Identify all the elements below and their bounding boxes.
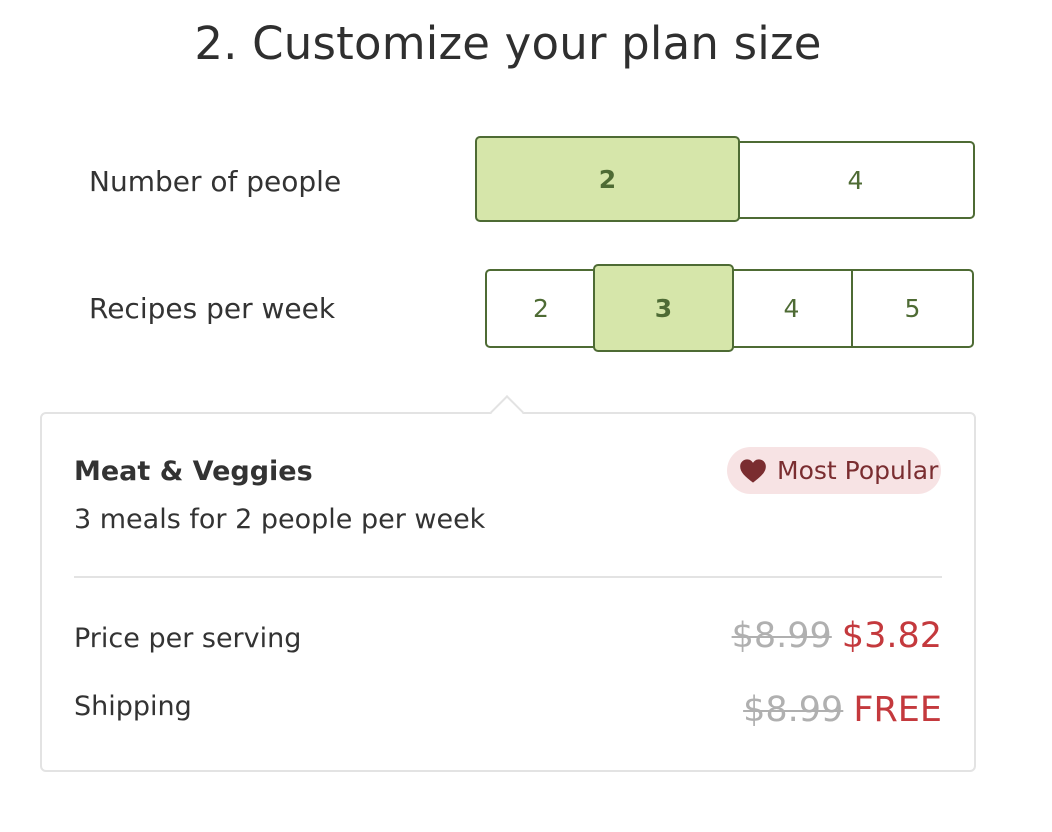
- recipes-option-3[interactable]: 3: [593, 264, 734, 352]
- people-option-4[interactable]: 4: [738, 141, 975, 219]
- recipes-option-2[interactable]: 2: [485, 269, 597, 348]
- price-original: $8.99: [731, 616, 832, 656]
- price-label: Price per serving: [74, 623, 302, 654]
- shipping-original: $8.99: [743, 690, 844, 730]
- recipes-option-4[interactable]: 4: [732, 269, 853, 348]
- plan-description: 3 meals for 2 people per week: [74, 504, 486, 535]
- heart-icon: [740, 458, 766, 483]
- divider: [74, 576, 942, 578]
- badge-label: Most Popular: [777, 456, 939, 485]
- people-option-2[interactable]: 2: [475, 136, 740, 222]
- most-popular-badge: Most Popular: [727, 447, 941, 494]
- recipes-option-5[interactable]: 5: [851, 269, 974, 348]
- price-current: $3.82: [841, 616, 942, 656]
- price-values: $8.99 $3.82: [732, 614, 942, 658]
- shipping-values: $8.99 FREE: [743, 688, 942, 732]
- people-label: Number of people: [89, 165, 342, 198]
- recipes-label: Recipes per week: [89, 292, 336, 325]
- shipping-current: FREE: [853, 690, 942, 730]
- plan-name: Meat & Veggies: [74, 456, 313, 487]
- section-title: 2. Customize your plan size: [194, 17, 822, 70]
- shipping-label: Shipping: [74, 691, 192, 722]
